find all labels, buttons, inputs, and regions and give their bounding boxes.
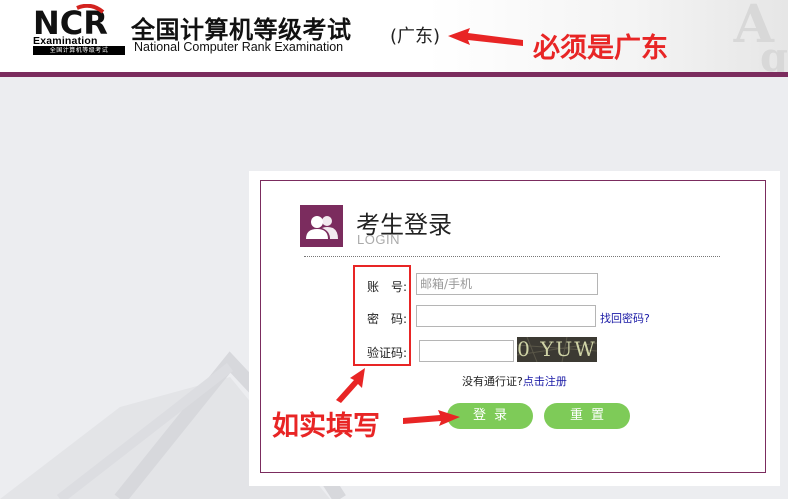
forgot-password-link[interactable]: 找回密码? <box>600 310 650 326</box>
captcha-image[interactable]: 0 YUW <box>517 337 597 362</box>
login-button[interactable]: 登录 <box>447 403 533 429</box>
users-icon <box>300 205 343 247</box>
captcha-input[interactable] <box>419 340 514 362</box>
captcha-code: 0 YUW <box>517 337 597 361</box>
annotation-highlight-box <box>353 265 411 366</box>
dotted-divider <box>304 256 720 257</box>
login-subtitle: LOGIN <box>357 232 400 247</box>
annotation-region-note: 必须是广东 <box>533 33 668 64</box>
region-label: (广东) <box>390 26 441 47</box>
header: A g NCR Examination 全国计算机等级考试 全国计算机等级考试 … <box>0 0 788 72</box>
logo-subtext: Examination <box>33 35 98 47</box>
reset-button[interactable]: 重置 <box>544 403 630 429</box>
watermark-letter: g <box>760 34 788 72</box>
ncre-logo: NCR Examination 全国计算机等级考试 <box>33 4 125 55</box>
site-title-english: National Computer Rank Examination <box>134 40 344 54</box>
register-prompt: 没有通行证?点击注册 <box>462 373 567 389</box>
logo-strip: 全国计算机等级考试 <box>33 46 125 55</box>
logo-letters-graphic: NCR <box>33 4 108 38</box>
register-link[interactable]: 点击注册 <box>523 375 567 388</box>
account-input[interactable] <box>416 273 598 295</box>
password-input[interactable] <box>416 305 596 327</box>
register-prefix: 没有通行证? <box>462 375 523 388</box>
annotation-fill-note: 如实填写 <box>272 411 380 442</box>
